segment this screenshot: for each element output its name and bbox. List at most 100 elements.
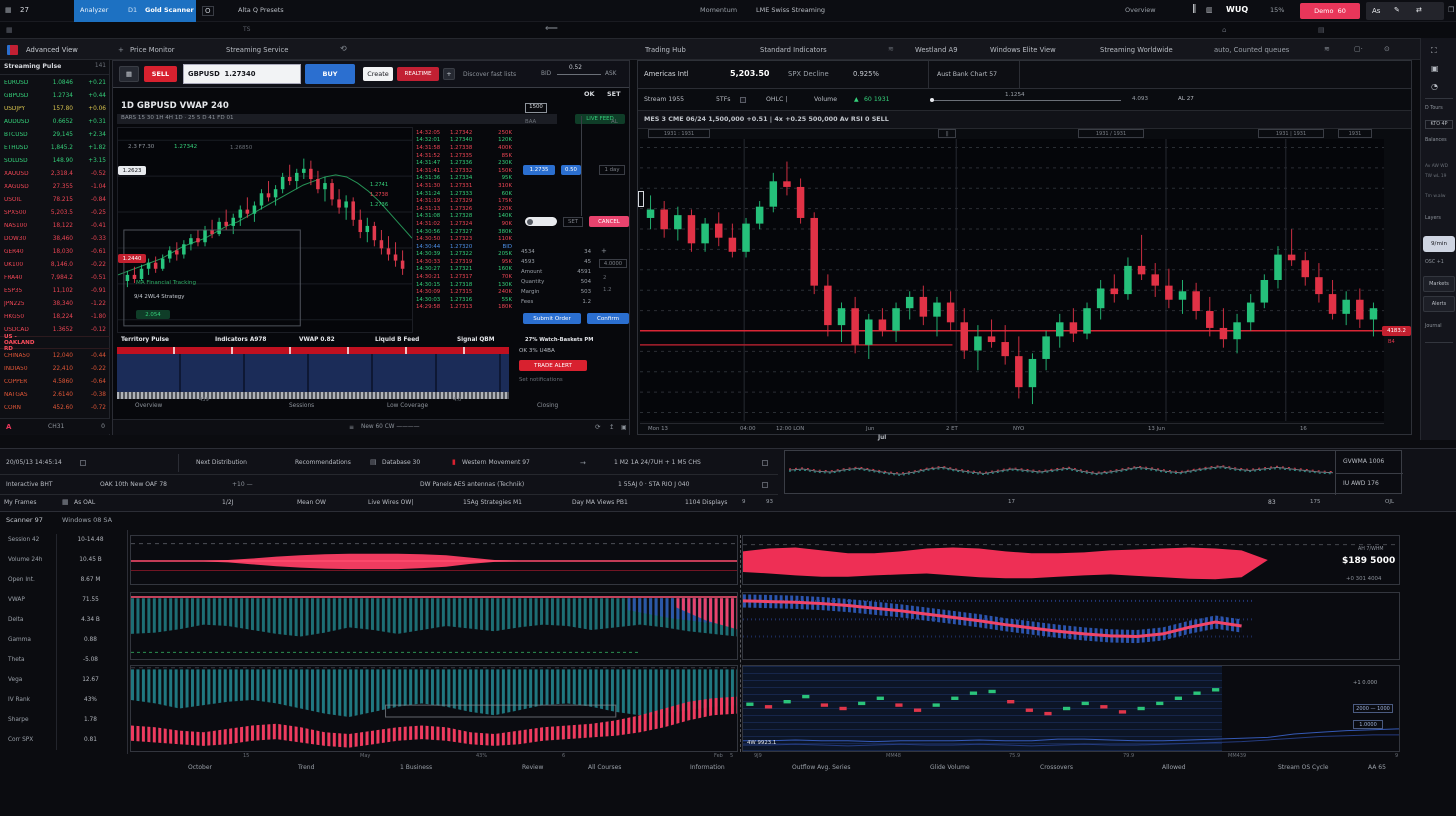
menu-counted-queues[interactable]: auto, Counted queues — [1214, 46, 1289, 54]
tfs-checkbox[interactable] — [740, 97, 746, 103]
mid-recommendations[interactable]: Recommendations — [295, 459, 351, 466]
font-icon[interactable]: As — [1372, 7, 1380, 15]
watchlist-row[interactable]: GBPUSD 1.2734 +0.44 — [0, 89, 110, 102]
qty-box[interactable]: 1500 — [525, 103, 547, 113]
m3-frames[interactable]: My Frames — [4, 499, 36, 506]
tape-row[interactable]: 14:32:05 1.27342 250K — [416, 129, 512, 137]
osc-right-a[interactable] — [742, 535, 1400, 585]
alert-letter-icon[interactable]: A — [6, 423, 11, 431]
slider-handle[interactable] — [930, 98, 934, 102]
watchlist-row[interactable]: FRA40 7,984.2 -0.51 — [0, 271, 110, 284]
tape-row[interactable]: 14:30:09 1.27315 240K — [416, 288, 512, 296]
tape-row[interactable]: 14:30:03 1.27316 55K — [416, 296, 512, 304]
watchlist-row[interactable]: JPN225 38,340 -1.22 — [0, 297, 110, 310]
watchlist-row[interactable]: XAGUSD 27.355 -1.04 — [0, 180, 110, 193]
panel-icon[interactable]: ▢· — [1354, 45, 1363, 53]
half-chip[interactable]: 0.50 — [561, 165, 581, 175]
refresh-icon[interactable]: ⟲ — [340, 44, 347, 54]
watchlist-row[interactable]: EURUSD 1.0846 +0.21 — [0, 76, 110, 89]
stats-row[interactable]: Session 42 10-14.48 — [0, 530, 127, 550]
stats-row[interactable]: Gamma 0.88 — [0, 630, 127, 650]
stats-row[interactable]: Corr SPX 0.81 — [0, 730, 127, 750]
watchlist-row[interactable]: NATGAS 2.6140 -0.38 — [0, 388, 110, 401]
tape-row[interactable]: 14:31:52 1.27335 85K — [416, 152, 512, 160]
watchlist-row[interactable]: DOW30 38,460 -0.33 — [0, 232, 110, 245]
stats-row[interactable]: Open Int. 8.67 M — [0, 570, 127, 590]
menu-icon[interactable]: ≡ — [349, 424, 354, 431]
f-sessions[interactable]: Sessions — [289, 403, 314, 410]
demo-button[interactable]: Demo 60 — [1300, 3, 1360, 19]
m3-strategies[interactable]: 15Ag Strategies M1 — [463, 499, 522, 506]
watchlist-row[interactable]: UK100 8,146.0 -0.22 — [0, 258, 110, 271]
refresh2-icon[interactable]: ⟳ — [595, 424, 600, 432]
watchlist-row[interactable]: INDIA50 22,410 -0.22 — [0, 362, 110, 375]
tape-row[interactable]: 14:32:01 1.27340 120K — [416, 137, 512, 145]
tape-row[interactable]: 14:30:50 1.27323 110K — [416, 235, 512, 243]
mid-interactive[interactable]: Interactive BHT — [6, 481, 53, 488]
ts-icon[interactable]: TS — [243, 26, 250, 33]
stats-row[interactable]: IV Rank 43% — [0, 690, 127, 710]
tape-row[interactable]: 14:30:27 1.27321 160K — [416, 266, 512, 274]
watchlist-row[interactable]: BTCUSD 29,145 +2.34 — [0, 128, 110, 141]
f-overview[interactable]: Overview — [135, 403, 162, 410]
watchlist-row[interactable]: GER40 18,030 -0.61 — [0, 245, 110, 258]
tape-row[interactable]: 14:30:44 1.27320 BID — [416, 243, 512, 251]
m3-wires[interactable]: Live Wires OW| — [368, 499, 413, 506]
trade-alert-button[interactable]: TRADE ALERT — [519, 360, 587, 371]
tab-d1[interactable]: D1 — [128, 7, 137, 15]
grid-icon[interactable]: ▦ — [6, 26, 13, 34]
sb-kto-chip[interactable]: KTO 4P — [1425, 120, 1453, 129]
sb-alerts-button[interactable]: Alerts — [1423, 296, 1455, 312]
overview-label[interactable]: Overview — [1125, 7, 1156, 15]
watchlist-row[interactable]: USDJPY 157.80 +0.06 — [0, 102, 110, 115]
range-slider[interactable] — [931, 100, 1121, 101]
tape-row[interactable]: 14:30:33 1.27319 95K — [416, 258, 512, 266]
crop-icon[interactable]: ⛶ — [1431, 46, 1437, 56]
time-axis[interactable]: Mon 13 04:00 12:00 LON Jun 2 ET NYO 13 J… — [640, 423, 1384, 433]
menu-streaming-worldwide[interactable]: Streaming Worldwide — [1100, 46, 1173, 54]
m3-views[interactable]: Day MA Views PB1 — [572, 499, 628, 506]
watchlist-row[interactable]: ESP35 11,102 -0.91 — [0, 284, 110, 297]
depth-plus[interactable]: + — [601, 247, 607, 255]
tb-stream[interactable]: Stream 1955 — [644, 96, 684, 103]
main-chart[interactable] — [640, 139, 1384, 421]
plus-button[interactable]: + — [443, 68, 455, 80]
set-box[interactable]: SET — [563, 217, 583, 227]
box-icon[interactable]: ▣ — [621, 424, 627, 431]
tape-row[interactable]: 14:31:36 1.27334 95K — [416, 175, 512, 183]
m3-mean[interactable]: Mean OW — [297, 499, 326, 506]
tape-row[interactable]: 14:31:02 1.27324 90K — [416, 220, 512, 228]
menu-trading-hub[interactable]: Trading Hub — [645, 46, 686, 54]
submit-button[interactable]: Submit Order — [523, 313, 581, 324]
sparkline[interactable] — [789, 453, 1333, 491]
realtime-button[interactable]: REALTIME — [397, 67, 439, 81]
depth-row[interactable]: 4534 34 — [521, 247, 591, 257]
tape-row[interactable]: 14:30:39 1.27322 205K — [416, 251, 512, 259]
osc-right-b[interactable] — [742, 592, 1400, 660]
watchlist-row[interactable]: SOLUSD 148.90 +3.15 — [0, 154, 110, 167]
mid-momentum[interactable]: Momentum — [700, 7, 737, 15]
menu-price-monitor[interactable]: Price Monitor — [130, 46, 175, 54]
watchlist-row[interactable]: USOIL 78.215 -0.84 — [0, 193, 110, 206]
osc-left-b[interactable] — [130, 592, 738, 660]
watchlist-row[interactable]: ETHUSD 1,845.2 +1.82 — [0, 141, 110, 154]
watchlist-row[interactable]: CORN 452.60 -0.72 — [0, 401, 110, 414]
upload-icon[interactable]: ↥ — [609, 424, 614, 432]
sb-tours[interactable]: D Tours — [1425, 106, 1443, 112]
order-toggle[interactable] — [525, 217, 557, 226]
sb-layers[interactable]: Layers — [1425, 216, 1441, 222]
menu-std-indicators[interactable]: Standard Indicators — [760, 46, 827, 54]
mid-check-4[interactable] — [762, 482, 768, 488]
tape-row[interactable]: 14:31:19 1.27329 175K — [416, 197, 512, 205]
timeframe-strip[interactable]: BARS 15 30 1H 4H 1D · 25 5 D 41 FD 01 — [117, 114, 557, 124]
chart-left-marker[interactable] — [638, 191, 644, 207]
mid-stream[interactable]: LME Swiss Streaming — [756, 7, 825, 15]
osc-right-c[interactable]: 4W 9923.1 +1 0.000 2000 — 1000 1.0000 — [742, 665, 1400, 752]
tape-row[interactable]: 14:31:08 1.27328 140K — [416, 213, 512, 221]
camera-icon[interactable]: ▣ — [1431, 64, 1439, 74]
volume-profile[interactable] — [117, 354, 509, 392]
tape-row[interactable]: 14:31:47 1.27336 230K — [416, 159, 512, 167]
discover-label[interactable]: Discover fast lists — [463, 71, 516, 78]
home-icon[interactable]: ⌂ — [1222, 26, 1226, 34]
book-icon[interactable]: ▥ — [1206, 6, 1213, 14]
